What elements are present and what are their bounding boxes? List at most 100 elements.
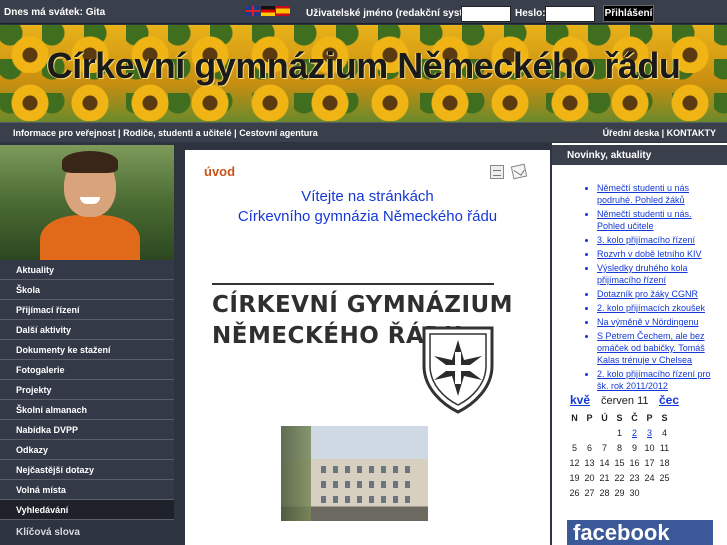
calendar-day: 29 — [614, 488, 625, 498]
calendar-day: 24 — [644, 473, 655, 483]
nav-public-info[interactable]: Informace pro veřejnost — [13, 128, 116, 138]
calendar-empty-cell — [582, 428, 597, 439]
calendar-day-header: P — [646, 413, 653, 423]
calendar-day: 19 — [569, 473, 580, 483]
calendar-day-header: S — [616, 413, 623, 423]
username-input[interactable] — [461, 6, 511, 22]
sidebar-item-dvpp[interactable]: Nabídka DVPP — [0, 420, 174, 440]
calendar-day: 5 — [571, 443, 577, 453]
print-icon[interactable] — [490, 165, 504, 179]
calendar-empty-cell — [642, 488, 657, 499]
sidebar-menu: Aktuality Škola Přijímací řízení Další a… — [0, 260, 174, 520]
calendar-day: 6 — [586, 443, 592, 453]
language-flags — [246, 6, 290, 16]
news-item[interactable]: S Petrem Čechem, ale bez omáček od babič… — [597, 330, 719, 366]
news-item[interactable]: 2. kolo přijímacího řízení pro šk. rok 2… — [597, 368, 719, 392]
news-item[interactable]: Rozvrh v době letního KIV — [597, 248, 719, 260]
calendar-day: 7 — [601, 443, 607, 453]
nav-parents-students[interactable]: Rodiče, studenti a učitelé — [123, 128, 232, 138]
school-building-photo — [281, 426, 428, 521]
sidebar-item-vacancies[interactable]: Volná místa — [0, 480, 174, 500]
calendar-day: 4 — [661, 428, 667, 438]
password-input[interactable] — [545, 6, 595, 22]
page-title: úvod — [204, 164, 236, 179]
sidebar-item-downloads[interactable]: Dokumenty ke stažení — [0, 340, 174, 360]
sidebar-item-links[interactable]: Odkazy — [0, 440, 174, 460]
login-button[interactable]: Přihlášení — [603, 5, 654, 22]
calendar-day: 13 — [584, 458, 595, 468]
calendar-day[interactable]: 2 — [627, 428, 642, 439]
nav-contacts[interactable]: KONTAKTY — [667, 128, 716, 138]
nav-official-board[interactable]: Úřední deska — [603, 128, 660, 138]
news-item[interactable]: Na výměně v Nördingenu — [597, 316, 719, 328]
sidebar-item-search[interactable]: Vyhledávání — [0, 500, 174, 520]
calendar-day: 14 — [599, 458, 610, 468]
calendar-day: 15 — [614, 458, 625, 468]
calendar-day: 27 — [584, 488, 595, 498]
sidebar-item-school[interactable]: Škola — [0, 280, 174, 300]
nav-travel-agency[interactable]: Cestovní agentura — [239, 128, 318, 138]
flag-es-icon[interactable] — [276, 6, 290, 16]
welcome-line-1: Vítejte na stránkách — [301, 188, 434, 205]
calendar-day: 9 — [631, 443, 637, 453]
calendar-day: 17 — [644, 458, 655, 468]
left-sidebar: Aktuality Škola Přijímací řízení Další a… — [0, 143, 174, 545]
news-item[interactable]: Němečtí studenti u nás podruhé. Pohled ž… — [597, 182, 719, 206]
calendar-day: 30 — [629, 488, 640, 498]
calendar-day: 18 — [659, 458, 670, 468]
calendar-day-header: P — [586, 413, 593, 423]
sidebar-item-gallery[interactable]: Fotogalerie — [0, 360, 174, 380]
calendar-day: 10 — [644, 443, 655, 453]
logo-line-1: CÍRKEVNÍ GYMNÁZIUM — [212, 292, 514, 318]
username-label: Uživatelské jméno (redakční systém): — [306, 8, 484, 19]
keywords-label: Klíčová slova — [16, 527, 80, 538]
header-banner: Církevní gymnázium Německého řádu — [0, 25, 727, 122]
calendar-grid: N P Ú S Č P S 1 2 3 4 5 6 7 8 9 10 11 12 13 14 15 16 17 18 19 20 21… — [567, 413, 672, 499]
right-sidebar: Novinky, aktuality Němečtí studenti u ná… — [552, 143, 727, 545]
news-list: Němečtí studenti u nás podruhé. Pohled ž… — [569, 182, 719, 394]
email-icon[interactable] — [510, 163, 528, 180]
calendar-day-header: Ú — [601, 413, 608, 423]
sidebar-item-projects[interactable]: Projekty — [0, 380, 174, 400]
calendar-empty-cell — [567, 428, 582, 439]
sidebar-item-faq[interactable]: Nejčastější dotazy — [0, 460, 174, 480]
news-heading: Novinky, aktuality — [552, 145, 727, 165]
calendar-day: 26 — [569, 488, 580, 498]
welcome-text: Vítejte na stránkách Církevního gymnázia… — [185, 187, 550, 227]
calendar-empty-cell — [597, 428, 612, 439]
sidebar-item-almanac[interactable]: Školní almanach — [0, 400, 174, 420]
main-nav: Informace pro veřejnost | Rodiče, studen… — [0, 122, 727, 142]
calendar-day: 8 — [616, 443, 622, 453]
calendar-day[interactable]: 3 — [642, 428, 657, 439]
password-label: Heslo: — [515, 8, 546, 19]
student-photo — [0, 145, 174, 260]
calendar-day: 16 — [629, 458, 640, 468]
welcome-line-2: Církevního gymnázia Německého řádu — [237, 208, 498, 225]
sidebar-item-news[interactable]: Aktuality — [0, 260, 174, 280]
calendar-empty-cell — [657, 488, 672, 499]
news-item[interactable]: Výsledky druhého kola přijímacího řízení — [597, 262, 719, 286]
flag-de-icon[interactable] — [261, 6, 275, 16]
calendar-next-month[interactable]: čec — [659, 393, 679, 407]
facebook-banner[interactable]: facebook — [567, 520, 713, 545]
calendar-day: 12 — [569, 458, 580, 468]
sidebar-item-admission[interactable]: Přijímací řízení — [0, 300, 174, 320]
calendar-day-header: Č — [631, 413, 638, 423]
nameday-text: Dnes má svátek: Gita — [4, 7, 106, 18]
news-item[interactable]: 3. kolo přijímacího řízení — [597, 234, 719, 246]
site-title: Církevní gymnázium Německého řádu — [46, 45, 681, 86]
calendar-day: 11 — [659, 443, 670, 453]
nav-separator: | — [661, 128, 665, 138]
news-item[interactable]: 2. kolo přijímacích zkoušek — [597, 302, 719, 314]
calendar-prev-month[interactable]: kvě — [570, 393, 590, 407]
calendar-day: 1 — [616, 428, 622, 438]
calendar-day-header: S — [661, 413, 668, 423]
nav-separator: | — [234, 128, 237, 138]
sidebar-item-activities[interactable]: Další aktivity — [0, 320, 174, 340]
cross-shield-icon — [422, 326, 494, 414]
top-bar: Dnes má svátek: Gita Uživatelské jméno (… — [0, 0, 727, 24]
news-item[interactable]: Němečtí studenti u nás. Pohled učitele — [597, 208, 719, 232]
news-item[interactable]: Dotazník pro žáky CGNR — [597, 288, 719, 300]
flag-uk-icon[interactable] — [246, 6, 260, 16]
main-content: úvod Vítejte na stránkách Církevního gym… — [185, 150, 550, 545]
